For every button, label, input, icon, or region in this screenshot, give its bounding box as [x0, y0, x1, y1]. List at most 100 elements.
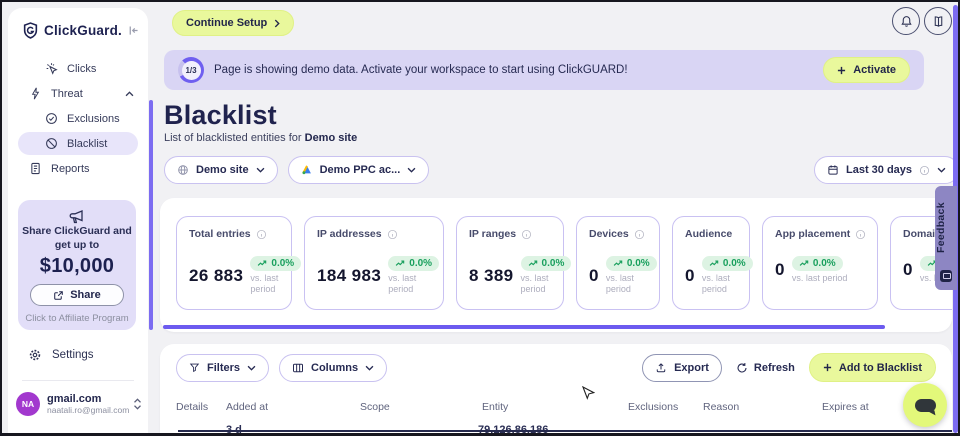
chevron-updown-icon [133, 398, 142, 410]
sidebar-item-blacklist[interactable]: Blacklist [18, 132, 138, 155]
sidebar-item-label: Reports [51, 163, 134, 175]
external-link-icon [53, 290, 64, 301]
page-subtitle-text: List of blacklisted entities for [164, 132, 305, 144]
table-column-header[interactable]: Exclusions [628, 401, 678, 413]
sidebar-item-settings[interactable]: Settings [28, 348, 94, 362]
export-icon [655, 362, 667, 374]
filters-dropdown[interactable]: Filters [176, 354, 269, 382]
add-to-blacklist-label: Add to Blacklist [839, 362, 922, 374]
block-icon [45, 137, 58, 150]
sidebar-item-reports[interactable]: Reports [8, 156, 148, 181]
sidebar-item-label: Clicks [67, 63, 134, 75]
ppc-account-value: Demo PPC ac... [320, 164, 401, 176]
refresh-button[interactable]: Refresh [736, 362, 795, 374]
clickguard-logo-icon [22, 22, 39, 39]
account-switcher[interactable]: NA gmail.com naatali.ro@gmail.com [16, 392, 142, 416]
chevron-up-icon [125, 91, 134, 97]
info-icon [256, 229, 267, 240]
trend-up-icon [799, 260, 809, 267]
megaphone-icon [68, 209, 86, 225]
notifications-button[interactable] [892, 7, 920, 35]
site-filter-dropdown[interactable]: Demo site [164, 156, 278, 184]
share-button[interactable]: Share [30, 284, 124, 306]
google-ads-icon [301, 164, 313, 176]
filters-label: Filters [207, 362, 240, 374]
delta-badge: 0.0% [250, 256, 301, 271]
stats-row: Total entries26 8830.0%vs. last periodIP… [176, 216, 952, 310]
table-column-header[interactable]: Details [176, 401, 208, 413]
account-name: gmail.com [47, 393, 133, 405]
lightning-icon [29, 87, 42, 100]
stat-vs-label: vs. last period [388, 273, 431, 296]
delta-value: 0.0% [627, 258, 650, 269]
chat-widget-button[interactable] [903, 383, 947, 427]
trend-up-icon [395, 260, 405, 267]
refresh-label: Refresh [754, 362, 795, 374]
sidebar-item-threat[interactable]: Threat [8, 81, 148, 106]
feedback-tab[interactable]: Feedback [935, 186, 957, 290]
stats-panel: Total entries26 8830.0%vs. last periodIP… [160, 198, 952, 332]
table-column-header[interactable]: Scope [360, 401, 390, 413]
info-icon [634, 229, 645, 240]
delta-value: 0.0% [813, 258, 836, 269]
stat-vs-label: vs. last period [792, 273, 848, 284]
info-icon [919, 165, 930, 176]
stat-value: 0 [903, 260, 913, 280]
sidebar-collapse-icon[interactable] [127, 24, 140, 37]
stat-vs-label: vs. last period [521, 273, 551, 296]
stat-value: 8 389 [469, 266, 514, 286]
stat-card: IP ranges8 3890.0%vs. last period [456, 216, 564, 310]
ppc-account-dropdown[interactable]: Demo PPC ac... [288, 156, 430, 184]
window-edge-left [0, 0, 2, 436]
delta-badge: 0.0% [388, 256, 439, 271]
date-range-value: Last 30 days [846, 164, 912, 176]
activate-button[interactable]: Activate [823, 57, 910, 83]
check-circle-icon [45, 112, 58, 125]
setup-progress-ring: 1/3 [178, 57, 204, 83]
table-column-header[interactable]: Expires at [822, 401, 869, 413]
sidebar-item-label: Blacklist [67, 138, 138, 150]
add-to-blacklist-button[interactable]: Add to Blacklist [809, 353, 936, 382]
info-icon [855, 229, 865, 240]
stats-horizontal-scrollbar[interactable] [163, 325, 885, 329]
sidebar: ClickGuard. Clicks Threat Exclusions [8, 8, 148, 436]
sidebar-nav: Clicks Threat Exclusions Blacklist [8, 56, 148, 181]
columns-dropdown[interactable]: Columns [279, 354, 387, 382]
trend-up-icon [528, 260, 538, 267]
sidebar-item-clicks[interactable]: Clicks [8, 56, 148, 81]
docs-button[interactable] [924, 7, 952, 35]
funnel-icon [189, 362, 200, 373]
sidebar-scrollbar[interactable] [149, 100, 153, 330]
sidebar-item-exclusions[interactable]: Exclusions [8, 106, 148, 131]
table-column-header[interactable]: Added at [226, 401, 268, 413]
export-button[interactable]: Export [642, 354, 722, 382]
page-subtitle: List of blacklisted entities for Demo si… [164, 132, 357, 144]
date-range-dropdown[interactable]: Last 30 days [814, 156, 959, 184]
brand-name: ClickGuard. [44, 23, 122, 38]
stat-label: Audience [685, 228, 732, 240]
table-column-header[interactable]: Entity [482, 401, 508, 413]
table-toolbar: Filters Columns Export Refresh Add to Bl… [176, 353, 936, 382]
cursor-click-icon [45, 62, 58, 75]
speech-bubble-icon [915, 399, 936, 412]
table-column-header[interactable]: Reason [703, 401, 739, 413]
info-icon [387, 229, 398, 240]
globe-icon [177, 164, 189, 176]
columns-icon [292, 362, 304, 374]
calendar-icon [827, 164, 839, 176]
banner-message: Page is showing demo data. Activate your… [214, 64, 823, 76]
chevron-down-icon [937, 167, 946, 173]
sidebar-item-label: Exclusions [67, 113, 134, 125]
chevron-down-icon [247, 365, 256, 371]
gear-icon [28, 348, 42, 362]
demo-data-banner: 1/3 Page is showing demo data. Activate … [164, 50, 924, 90]
table-actions: Export Refresh Add to Blacklist [642, 353, 936, 382]
account-email: naatali.ro@gmail.com [47, 405, 133, 415]
trend-up-icon [257, 260, 267, 267]
continue-setup-button[interactable]: Continue Setup [172, 10, 294, 36]
stat-vs-label: vs. last period [250, 273, 279, 296]
delta-badge: 0.0% [792, 256, 843, 271]
sidebar-item-label: Threat [51, 88, 116, 100]
chevron-right-icon [274, 19, 280, 28]
affiliate-share-card[interactable]: Share ClickGuard and get up to $10,000 S… [18, 200, 136, 330]
